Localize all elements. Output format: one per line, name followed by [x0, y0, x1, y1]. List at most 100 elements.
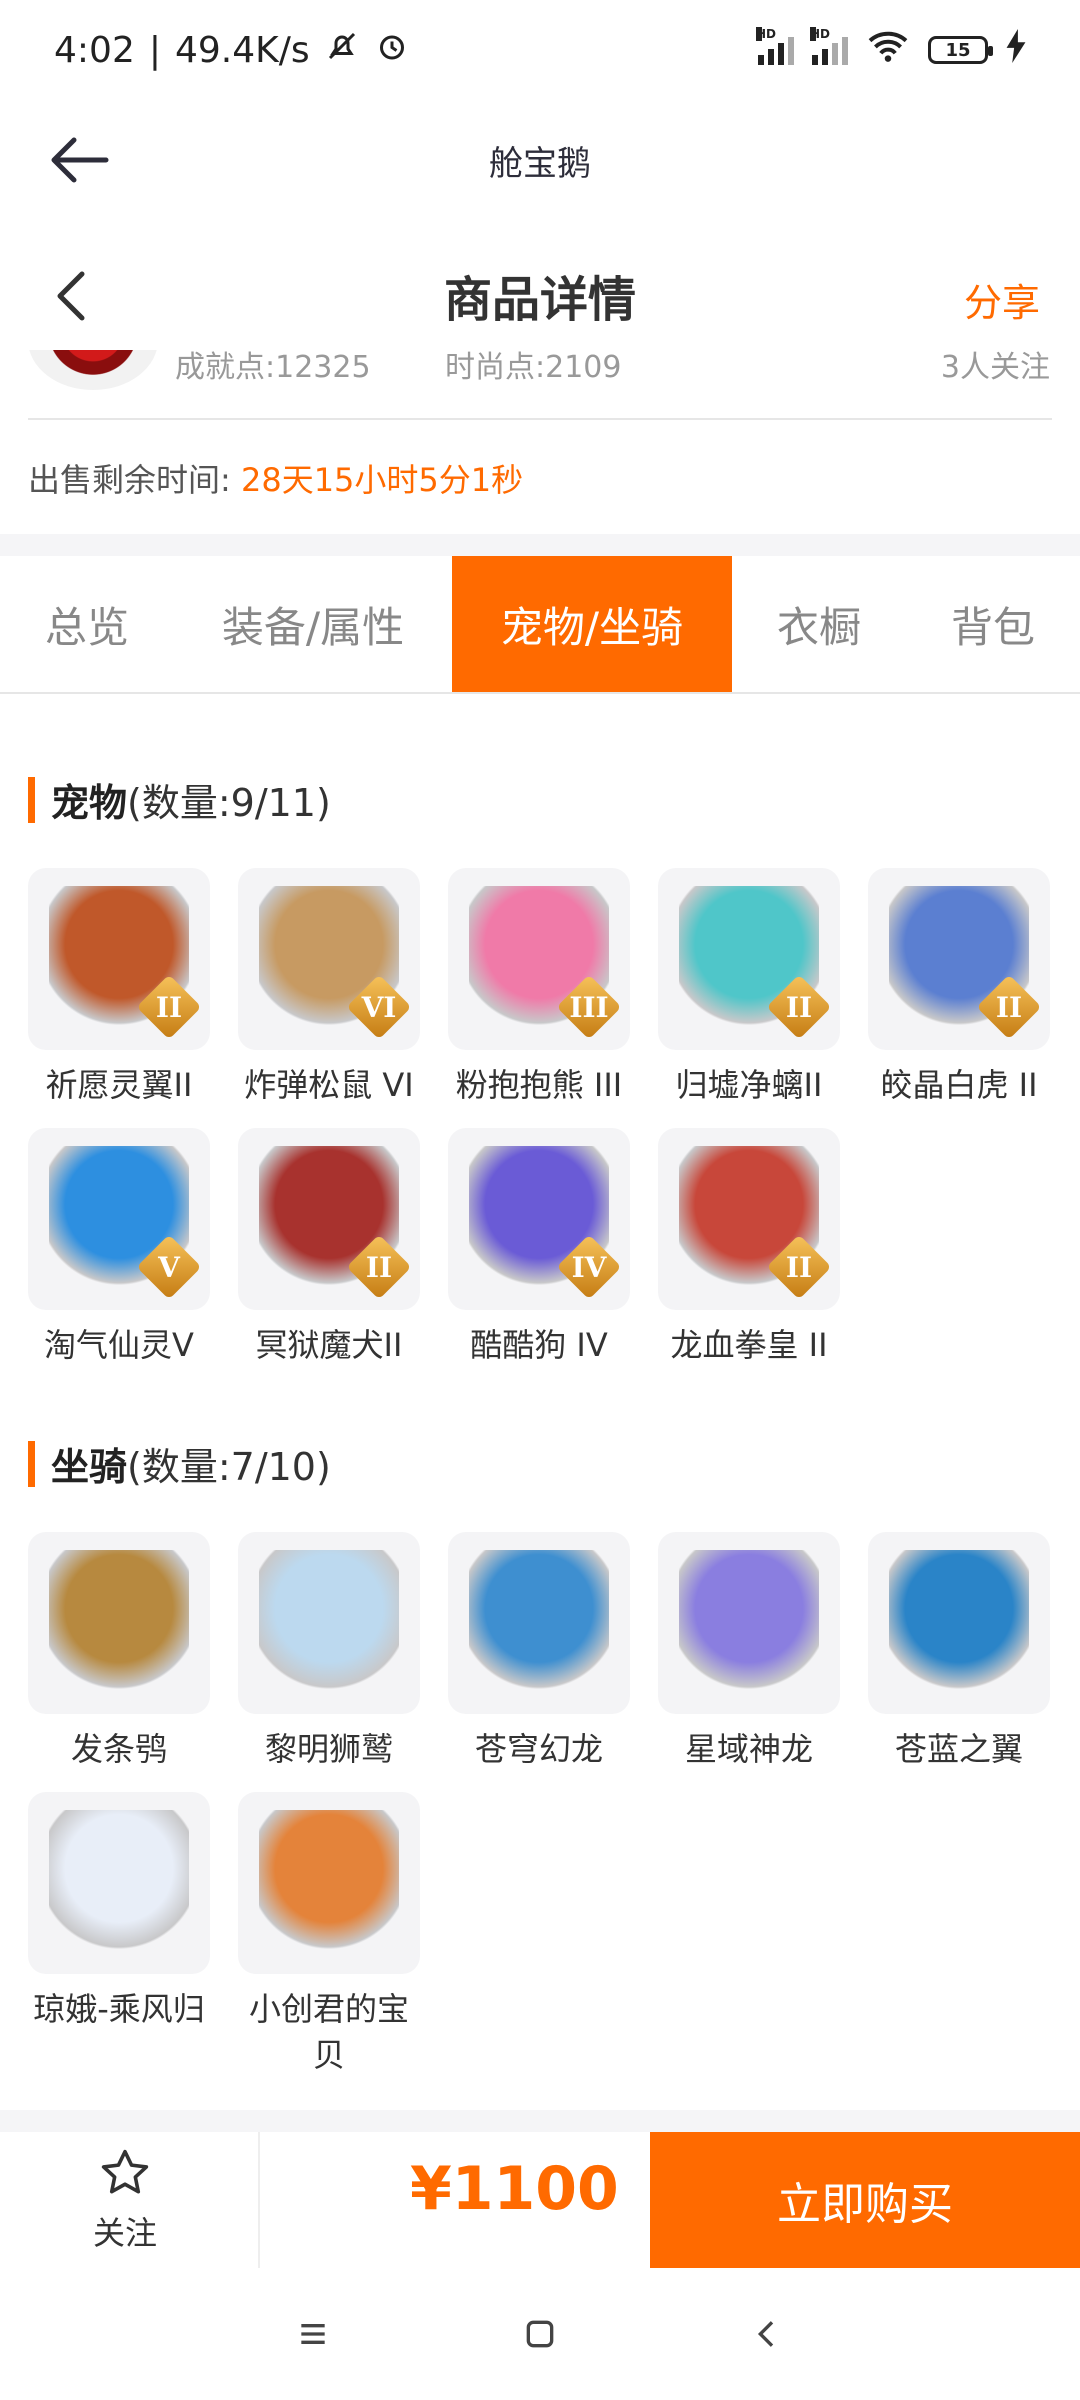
- pets-section-title: 宠物 (数量:9/11): [28, 772, 331, 827]
- pet-name: 龙血拳皇 II: [670, 1326, 828, 1364]
- tab-pets-mounts[interactable]: 宠物/坐骑: [452, 556, 732, 692]
- pet-thumbnail: II: [238, 1128, 420, 1310]
- pet-item[interactable]: II 祈愿灵翼II: [28, 868, 210, 1108]
- status-left: 4:02 | 49.4K/s: [54, 28, 410, 73]
- home-icon[interactable]: [520, 2314, 560, 2358]
- battery-icon: 15: [928, 36, 993, 64]
- mounts-title: 坐骑: [51, 1445, 128, 1489]
- network-speed: 49.4K/s: [174, 29, 310, 71]
- tier-label: VI: [361, 991, 397, 1024]
- back-chevron-icon[interactable]: [52, 270, 92, 322]
- pet-item[interactable]: II 归墟净螭II: [658, 868, 840, 1108]
- pet-thumbnail: II: [868, 868, 1050, 1050]
- follower-count: 3人关注: [940, 350, 1050, 385]
- status-bar: 4:02 | 49.4K/s HD HD 15: [0, 0, 1080, 100]
- tab-equipment[interactable]: 装备/属性: [174, 556, 452, 692]
- mount-thumbnail: [448, 1532, 630, 1714]
- star-icon: [97, 2149, 153, 2204]
- bottom-action-bar: 关注 ¥1100 立即购买: [0, 2132, 1080, 2272]
- divider: [28, 418, 1052, 420]
- tab-backpack[interactable]: 背包: [906, 556, 1080, 692]
- remaining-time-label: 出售剩余时间:: [28, 461, 231, 499]
- separator: |: [148, 29, 161, 71]
- back-arrow-icon[interactable]: [48, 132, 112, 188]
- mount-item[interactable]: 发条鸮: [28, 1532, 210, 1772]
- mount-item[interactable]: 星域神龙: [658, 1532, 840, 1772]
- signal-icon: HD: [756, 27, 794, 65]
- mounts-grid: 发条鸮 黎明狮鹫 苍穹幻龙 星域神龙 苍蓝之翼琼娥-乘风归 小创君的宝贝: [28, 1532, 1052, 2092]
- follow-button[interactable]: 关注: [60, 2146, 190, 2254]
- page-header: 商品详情 分享: [0, 240, 1080, 350]
- fashion-points: 时尚点:2109: [445, 350, 622, 385]
- divider: [258, 2132, 260, 2268]
- buy-now-button[interactable]: 立即购买: [650, 2132, 1080, 2268]
- mount-image: [259, 1810, 399, 1956]
- pet-thumbnail: II: [28, 868, 210, 1050]
- pets-count: (数量:9/11): [127, 781, 331, 825]
- pet-item[interactable]: V 淘气仙灵V: [28, 1128, 210, 1368]
- pet-thumbnail: VI: [238, 868, 420, 1050]
- tier-label: II: [785, 1251, 813, 1284]
- mount-image: [49, 1810, 189, 1956]
- pet-item[interactable]: III 粉抱抱熊 III: [448, 868, 630, 1108]
- price: ¥1100: [410, 2154, 619, 2224]
- mount-image: [679, 1550, 819, 1696]
- mount-name: 小创君的宝贝: [248, 1990, 409, 2074]
- pet-item[interactable]: II 皎晶白虎 II: [868, 868, 1050, 1108]
- mount-thumbnail: [28, 1532, 210, 1714]
- pet-item[interactable]: II 冥狱魔犬II: [238, 1128, 420, 1368]
- app-bar: 舱宝鹅: [0, 100, 1080, 220]
- alarm-icon: [374, 28, 410, 73]
- pet-item[interactable]: VI 炸弹松鼠 VI: [238, 868, 420, 1108]
- app-title: 舱宝鹅: [489, 143, 591, 184]
- pet-thumbnail: V: [28, 1128, 210, 1310]
- tier-label: II: [995, 991, 1023, 1024]
- mount-item[interactable]: 小创君的宝贝: [238, 1792, 420, 2078]
- mount-image: [469, 1550, 609, 1696]
- pet-thumbnail: IV: [448, 1128, 630, 1310]
- mount-item[interactable]: 苍蓝之翼: [868, 1532, 1050, 1772]
- bottom-gap: [0, 2110, 1080, 2132]
- mount-item[interactable]: 黎明狮鹫: [238, 1532, 420, 1772]
- mount-image: [889, 1550, 1029, 1696]
- mount-name: 星域神龙: [684, 1730, 813, 1768]
- pet-name: 炸弹松鼠 VI: [244, 1066, 414, 1104]
- menu-icon[interactable]: [293, 2314, 333, 2358]
- wifi-icon: [866, 28, 910, 73]
- mount-thumbnail: [28, 1792, 210, 1974]
- follow-label: 关注: [92, 2214, 157, 2252]
- achievement-points: 成就点:12325: [175, 350, 371, 385]
- seller-strip: 成就点:12325 时尚点:2109 3人关注: [0, 350, 1080, 392]
- back-nav-icon[interactable]: [747, 2314, 787, 2358]
- section-gap: [0, 534, 1080, 556]
- tier-label: III: [569, 991, 609, 1024]
- section-accent: [28, 1440, 35, 1487]
- pet-item[interactable]: IV 酷酷狗 IV: [448, 1128, 630, 1368]
- pet-name: 归墟净螭II: [675, 1066, 823, 1104]
- mount-name: 发条鸮: [70, 1730, 167, 1768]
- tab-bar: 总览 装备/属性 宠物/坐骑 衣橱 背包: [0, 556, 1080, 694]
- pet-name: 粉抱抱熊 III: [455, 1066, 623, 1104]
- pets-title: 宠物: [51, 781, 128, 825]
- mounts-count: (数量:7/10): [127, 1445, 331, 1489]
- page-title: 商品详情: [443, 272, 636, 328]
- mount-thumbnail: [238, 1792, 420, 1974]
- share-button[interactable]: 分享: [964, 272, 1040, 327]
- mounts-section-title: 坐骑 (数量:7/10): [28, 1436, 331, 1491]
- tab-overview[interactable]: 总览: [0, 556, 174, 692]
- system-nav-bar: [0, 2272, 1080, 2400]
- mount-item[interactable]: 苍穹幻龙: [448, 1532, 630, 1772]
- signal-icon-2: HD: [810, 27, 848, 65]
- tab-wardrobe[interactable]: 衣橱: [732, 556, 906, 692]
- mute-bell-icon: [324, 28, 360, 73]
- pet-thumbnail: III: [448, 868, 630, 1050]
- pet-item[interactable]: II 龙血拳皇 II: [658, 1128, 840, 1368]
- section-accent: [28, 776, 35, 823]
- remaining-time: 出售剩余时间: 28天15小时5分1秒: [28, 455, 523, 501]
- pet-thumbnail: II: [658, 1128, 840, 1310]
- pet-name: 淘气仙灵V: [44, 1326, 194, 1364]
- pet-name: 皎晶白虎 II: [880, 1066, 1038, 1104]
- mount-name: 黎明狮鹫: [264, 1730, 393, 1768]
- mount-name: 苍蓝之翼: [894, 1730, 1023, 1768]
- mount-item[interactable]: 琼娥-乘风归: [28, 1792, 210, 2032]
